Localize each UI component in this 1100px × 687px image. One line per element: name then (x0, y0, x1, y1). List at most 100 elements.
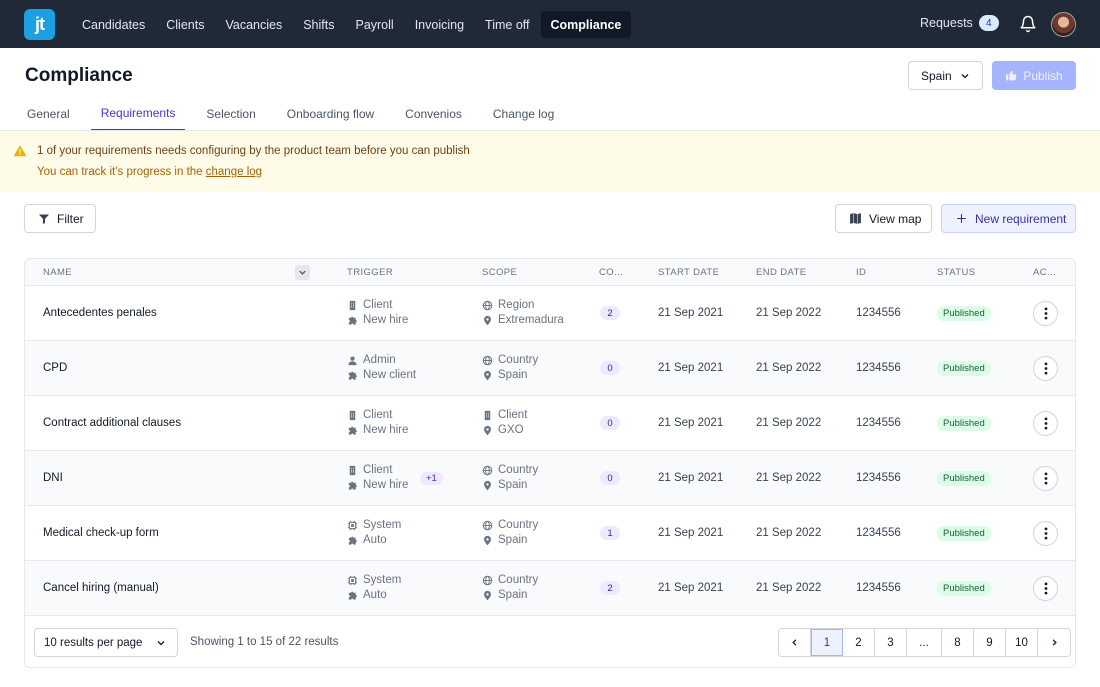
trigger-event-label: New client (363, 369, 417, 381)
bell-icon[interactable] (1019, 15, 1037, 33)
next-page-button[interactable] (1038, 629, 1070, 656)
pin-icon (484, 480, 491, 490)
puzzle-icon (348, 371, 357, 380)
scope-value-label: GXO (498, 424, 524, 436)
row-actions-button[interactable] (1033, 301, 1058, 326)
scope-type: Country (482, 574, 538, 586)
chevron-left-icon (792, 639, 797, 646)
requirement-name[interactable]: Antecedentes penales (43, 307, 157, 319)
tab-requirements[interactable]: Requirements (90, 96, 186, 131)
row-actions-button[interactable] (1033, 466, 1058, 491)
nav-item-candidates[interactable]: Candidates (72, 11, 155, 38)
country-select[interactable]: Spain (908, 61, 983, 90)
nav-item-clients[interactable]: Clients (156, 11, 214, 38)
page-button[interactable]: 1 (811, 629, 843, 656)
column-id[interactable]: ID (856, 267, 866, 278)
start-date: 21 Sep 2021 (658, 527, 724, 539)
nav-item-vacancies[interactable]: Vacancies (215, 11, 292, 38)
requirement-name[interactable]: Medical check-up form (43, 527, 159, 539)
tab-selection[interactable]: Selection (196, 96, 265, 131)
chevron-down-icon (961, 74, 969, 79)
status-badge: Published (937, 361, 991, 376)
funnel-icon (39, 214, 49, 224)
tab-general[interactable]: General (17, 96, 80, 131)
globe-icon (482, 355, 493, 365)
more-vertical-icon (1044, 362, 1047, 375)
page-button[interactable]: 3 (875, 629, 907, 656)
per-page-select[interactable]: 10 results per page (34, 628, 178, 657)
app-logo[interactable]: jt (24, 9, 55, 40)
table-row[interactable]: Contract additional clauses Client New hir… (25, 396, 1075, 451)
requirement-id: 1234556 (856, 472, 901, 484)
filter-label: Filter (57, 211, 84, 226)
nav-item-time-off[interactable]: Time off (475, 11, 539, 38)
extra-triggers-badge[interactable]: +1 (420, 472, 443, 485)
change-log-link[interactable]: change log (206, 166, 262, 178)
row-actions-button[interactable] (1033, 521, 1058, 546)
trigger-source: System (347, 574, 401, 586)
page-button[interactable]: 8 (942, 629, 974, 656)
globe-icon (482, 465, 493, 475)
page-button[interactable]: 9 (974, 629, 1006, 656)
per-page-value: 10 results per page (44, 636, 143, 649)
scope-value-label: Spain (498, 589, 528, 601)
status-badge: Published (937, 306, 991, 321)
filter-button[interactable]: Filter (24, 204, 96, 233)
row-actions-button[interactable] (1033, 576, 1058, 601)
column-scope[interactable]: Scope (482, 267, 517, 278)
nav-item-compliance[interactable]: Compliance (540, 11, 632, 38)
trigger-source-label: Admin (363, 354, 396, 366)
banner-title: 1 of your requirements needs configuring… (37, 145, 470, 157)
user-avatar[interactable] (1051, 12, 1076, 37)
status-badge: Published (937, 416, 991, 431)
start-date: 21 Sep 2021 (658, 472, 724, 484)
row-actions-button[interactable] (1033, 411, 1058, 436)
table-row[interactable]: DNI Client New hire +1 Country Spain 0 21 Sep 2… (25, 451, 1075, 506)
table-row[interactable]: CPD Admin New client Country Spain 0 21 Sep 20… (25, 341, 1075, 396)
end-date: 21 Sep 2022 (756, 362, 822, 374)
tab-convenios[interactable]: Convenios (395, 96, 472, 131)
status-badge: Published (937, 581, 991, 596)
page-button[interactable]: 10 (1006, 629, 1038, 656)
requirement-name[interactable]: DNI (43, 472, 63, 484)
prev-page-button[interactable] (779, 629, 811, 656)
sort-toggle[interactable] (295, 265, 310, 280)
trigger-source: Client (347, 409, 392, 421)
column-status[interactable]: Status (937, 267, 975, 278)
requests-link[interactable]: Requests 4 (920, 15, 999, 31)
requirement-name[interactable]: Contract additional clauses (43, 417, 181, 429)
column-count[interactable]: Co... (599, 267, 623, 278)
more-vertical-icon (1044, 527, 1047, 540)
globe-icon (482, 300, 493, 310)
scope-value: Spain (482, 534, 527, 546)
nav-item-invoicing[interactable]: Invoicing (405, 11, 474, 38)
puzzle-icon (348, 316, 357, 325)
requirement-id: 1234556 (856, 362, 901, 374)
table-row[interactable]: Medical check-up form System Auto Country Sp… (25, 506, 1075, 561)
column-end-date[interactable]: End date (756, 267, 807, 278)
publish-button[interactable]: Publish (992, 61, 1076, 90)
new-requirement-button[interactable]: New requirement (941, 204, 1076, 233)
requirement-name[interactable]: CPD (43, 362, 67, 374)
column-start-date[interactable]: Start date (658, 267, 719, 278)
view-map-button[interactable]: View map (835, 204, 932, 233)
tab-change-log[interactable]: Change log (483, 96, 564, 131)
scope-type-label: Country (498, 354, 539, 366)
column-trigger[interactable]: Trigger (347, 267, 393, 278)
nav-item-shifts[interactable]: Shifts (293, 11, 344, 38)
tab-onboarding-flow[interactable]: Onboarding flow (277, 96, 384, 131)
table-row[interactable]: Cancel hiring (manual) System Auto Country S… (25, 561, 1075, 616)
trigger-event-label: New hire (363, 314, 409, 326)
nav-item-payroll[interactable]: Payroll (345, 11, 403, 38)
trigger-event: Auto (347, 589, 387, 601)
row-actions-button[interactable] (1033, 356, 1058, 381)
end-date: 21 Sep 2022 (756, 417, 822, 429)
scope-type: Client (482, 409, 527, 421)
trigger-event-label: New hire (363, 424, 409, 436)
requirement-name[interactable]: Cancel hiring (manual) (43, 582, 159, 594)
scope-value-label: Spain (498, 369, 528, 381)
column-actions: Ac... (1033, 267, 1057, 278)
column-name[interactable]: Name (43, 267, 72, 278)
page-button[interactable]: 2 (843, 629, 875, 656)
table-row[interactable]: Antecedentes penales Client New hire Region… (25, 286, 1075, 341)
